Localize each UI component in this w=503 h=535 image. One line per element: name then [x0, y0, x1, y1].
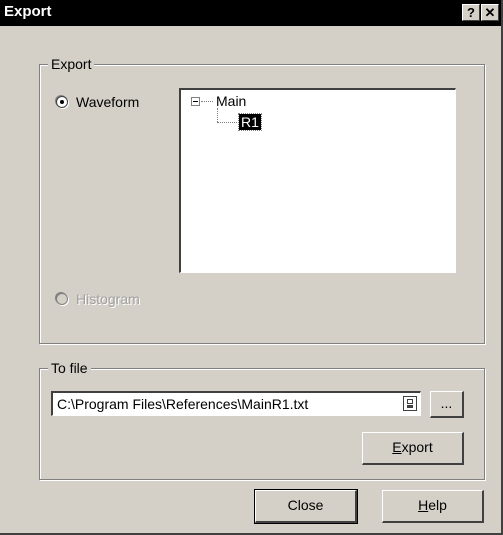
help-icon[interactable]: ?: [462, 4, 480, 21]
collapse-icon[interactable]: [191, 97, 200, 106]
channel-tree[interactable]: Main R1: [179, 88, 456, 273]
dialog-title: Export: [4, 3, 52, 20]
file-path-input[interactable]: C:\Program Files\References\MainR1.txt: [51, 391, 421, 416]
tree-item-main[interactable]: Main: [216, 93, 246, 109]
tree-item-r1[interactable]: R1: [238, 113, 262, 131]
export-dialog: Export ? ✕ Export Waveform Main R1 Histo…: [0, 0, 503, 535]
histogram-radio: [56, 293, 68, 305]
help-mnemonic: H: [418, 497, 429, 513]
title-bar[interactable]: Export ? ✕: [0, 0, 501, 26]
histogram-label: Histogram: [76, 291, 140, 307]
close-icon[interactable]: ✕: [481, 4, 499, 21]
browse-button[interactable]: ...: [430, 391, 464, 418]
waveform-radio-row[interactable]: Waveform: [56, 94, 139, 110]
radio-dot: [60, 100, 64, 104]
export-label: xport: [401, 439, 433, 455]
tree-connector: [217, 122, 237, 123]
file-path-value: C:\Program Files\References\MainR1.txt: [57, 396, 309, 412]
waveform-radio[interactable]: [56, 96, 68, 108]
help-button[interactable]: Help: [382, 490, 484, 523]
help-label: elp: [428, 497, 447, 513]
recent-files-icon[interactable]: [403, 396, 417, 411]
export-group-label: Export: [48, 56, 95, 72]
histogram-radio-row: Histogram: [56, 291, 140, 307]
waveform-label: Waveform: [76, 94, 140, 110]
tree-connector: [217, 108, 218, 122]
to-file-group-label: To file: [48, 360, 91, 376]
tree-connector: [201, 101, 213, 102]
export-button[interactable]: Export: [362, 432, 464, 465]
close-button[interactable]: Close: [254, 489, 358, 524]
export-mnemonic: E: [392, 439, 402, 455]
